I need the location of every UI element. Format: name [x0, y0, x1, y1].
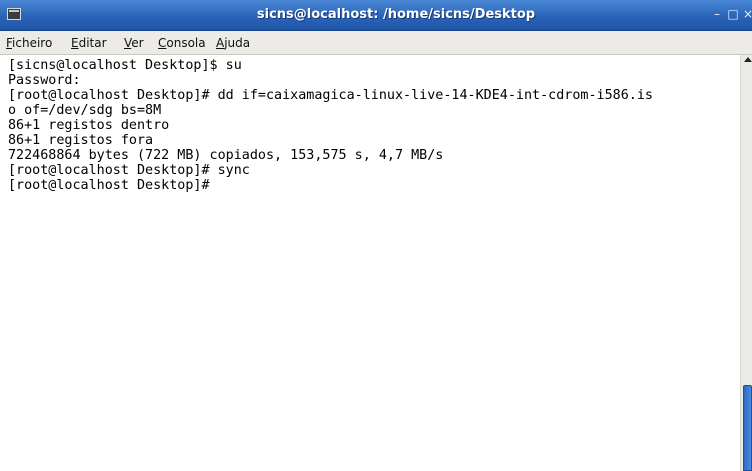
menu-label: juda [224, 36, 251, 50]
terminal-line: [root@localhost Desktop]# dd if=caixamag… [8, 88, 653, 103]
menu-bar: Ficheiro Editar Ver Consola Ajuda [0, 31, 752, 55]
terminal-line: [root@localhost Desktop]# sync [8, 163, 250, 178]
window-titlebar[interactable]: sicns@localhost: /home/sicns/Desktop – □… [0, 0, 752, 31]
menu-label: icheiro [12, 36, 53, 50]
menu-label: er [131, 36, 144, 50]
terminal-line: Password: [8, 73, 81, 88]
minimize-button[interactable]: – [711, 7, 723, 21]
terminal-line: 86+1 registos fora [8, 133, 154, 148]
terminal-line: 722468864 bytes (722 MB) copiados, 153,5… [8, 148, 444, 163]
scrollbar-thumb[interactable] [743, 385, 752, 471]
arrow-up-icon[interactable] [744, 57, 752, 62]
menu-ver[interactable]: Ver [124, 35, 144, 51]
menu-ficheiro[interactable]: Ficheiro [6, 35, 52, 51]
menu-editar[interactable]: Editar [71, 35, 107, 51]
terminal-line: 86+1 registos dentro [8, 118, 170, 133]
menu-label: onsola [166, 36, 206, 50]
menu-consola[interactable]: Consola [158, 35, 206, 51]
menu-label: ditar [78, 36, 107, 50]
vertical-scrollbar[interactable] [740, 55, 752, 471]
menu-accelerator: E [71, 36, 79, 50]
menu-ajuda[interactable]: Ajuda [216, 35, 250, 51]
menu-accelerator: A [216, 36, 225, 50]
terminal-line: o of=/dev/sdg bs=8M [8, 103, 162, 118]
terminal-line: [sicns@localhost Desktop]$ su [8, 58, 242, 73]
terminal-line: [root@localhost Desktop]# [8, 178, 210, 193]
maximize-button[interactable]: □ [727, 7, 739, 21]
window-title: sicns@localhost: /home/sicns/Desktop [256, 7, 536, 22]
terminal-output[interactable]: [sicns@localhost Desktop]$ su Password: … [0, 55, 740, 471]
close-button[interactable]: × [742, 7, 752, 21]
